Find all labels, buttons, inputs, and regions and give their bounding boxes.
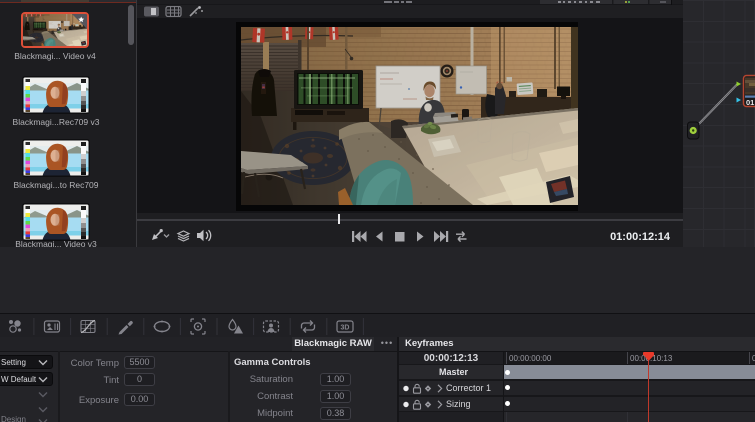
svg-text:3D: 3D xyxy=(341,325,350,332)
svg-text:01: 01 xyxy=(746,98,754,107)
